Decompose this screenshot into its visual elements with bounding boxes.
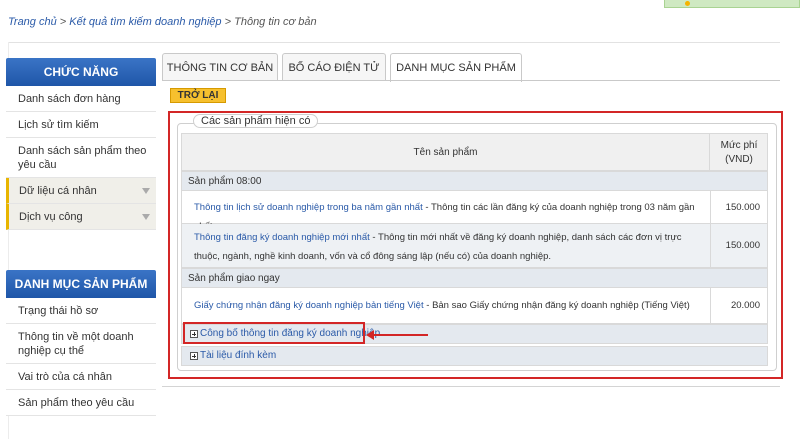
sidebar-item-search-history[interactable]: Lịch sử tìm kiếm	[6, 112, 156, 138]
expander-label[interactable]: Tài liệu đính kèm	[200, 347, 276, 365]
header-divider	[8, 42, 780, 43]
product-link[interactable]: Thông tin đăng ký doanh nghiệp mới nhất	[194, 232, 370, 243]
group-header: Sản phẩm giao ngay	[181, 268, 768, 288]
sidebar-item-specific-company[interactable]: Thông tin về một doanh nghiệp cụ thể	[6, 324, 156, 364]
tab-product-catalog[interactable]: DANH MỤC SẢN PHẨM	[390, 53, 522, 82]
sidebar-item-on-demand-products[interactable]: Sản phẩm theo yêu cầu	[6, 390, 156, 416]
sidebar-item-label: Sản phẩm theo yêu cầu	[18, 397, 135, 409]
column-header-name: Tên sản phẩm	[182, 134, 710, 172]
sidebar-item-label: Dịch vụ công	[19, 211, 83, 223]
top-bar: Trang chủ > Kết quả tìm kiếm doanh nghiệ…	[0, 0, 800, 42]
column-header-fee: Mức phí (VND)	[710, 139, 768, 167]
product-link[interactable]: Giấy chứng nhận đăng ký doanh nghiệp bản…	[194, 300, 424, 311]
tab-basic-info[interactable]: THÔNG TIN CƠ BẢN	[162, 53, 278, 81]
sidebar-item-label: Thông tin về một doanh nghiệp cụ thể	[18, 331, 134, 357]
arrow-shaft	[372, 334, 428, 336]
product-link[interactable]: Thông tin lịch sử doanh nghiệp trong ba …	[194, 202, 423, 213]
expander-attachments[interactable]: Tài liệu đính kèm	[181, 346, 768, 366]
back-button[interactable]: TRỞ LẠI	[170, 88, 226, 103]
tab-underline	[162, 80, 780, 81]
section-legend: Các sản phẩm hiện có	[193, 114, 319, 128]
table-row: Giấy chứng nhận đăng ký doanh nghiệp bản…	[181, 288, 768, 324]
column-header-fee-line1: Mức phí	[720, 140, 758, 151]
table-row: Thông tin đăng ký doanh nghiệp mới nhất …	[181, 224, 768, 268]
notification-badge[interactable]	[664, 0, 800, 8]
product-fee: 150.000	[710, 191, 768, 223]
group-header: Sản phẩm 08:00	[181, 171, 768, 191]
chevron-down-icon	[142, 188, 150, 194]
sidebar-item-file-status[interactable]: Trạng thái hồ sơ	[6, 298, 156, 324]
sidebar-item-individual-role[interactable]: Vai trò của cá nhân	[6, 364, 156, 390]
sidebar-title: CHỨC NĂNG	[6, 58, 156, 86]
product-description: Giấy chứng nhận đăng ký doanh nghiệp bản…	[194, 296, 706, 315]
sidebar-item-label: Danh sách đơn hàng	[18, 93, 121, 105]
plus-icon[interactable]	[190, 352, 198, 360]
sidebar-item-label: Vai trò của cá nhân	[18, 371, 112, 383]
column-header-fee-line2: (VND)	[725, 154, 753, 165]
breadcrumb: Trang chủ > Kết quả tìm kiếm doanh nghiệ…	[8, 16, 317, 28]
product-description: Thông tin đăng ký doanh nghiệp mới nhất …	[194, 228, 706, 266]
sidebar-item-label: Lịch sử tìm kiếm	[18, 119, 99, 131]
content-bottom-rule	[162, 386, 780, 387]
status-dot-icon	[685, 1, 690, 6]
sidebar-item-label: Trạng thái hồ sơ	[18, 305, 99, 317]
sidebar-item-label: Danh sách sản phẩm theo yêu cầu	[18, 145, 147, 171]
sidebar-product-catalog: DANH MỤC SẢN PHẨM Trạng thái hồ sơ Thông…	[6, 270, 156, 416]
sidebar-title: DANH MỤC SẢN PHẨM	[6, 270, 156, 298]
table-header: Tên sản phẩm Mức phí (VND)	[181, 133, 768, 172]
sidebar-item-public-services[interactable]: Dịch vụ công	[6, 204, 156, 230]
chevron-down-icon	[142, 214, 150, 220]
sidebar-item-personal-data[interactable]: Dữ liệu cá nhân	[6, 178, 156, 204]
table-row: Thông tin lịch sử doanh nghiệp trong ba …	[181, 191, 768, 232]
product-fee: 150.000	[710, 224, 768, 267]
breadcrumb-home[interactable]: Trang chủ	[8, 16, 57, 28]
breadcrumb-current: Thông tin cơ bản	[234, 16, 317, 28]
breadcrumb-separator: >	[59, 16, 67, 28]
sidebar-item-requested-products[interactable]: Danh sách sản phẩm theo yêu cầu	[6, 138, 156, 178]
breadcrumb-results[interactable]: Kết quả tìm kiếm doanh nghiệp	[69, 16, 221, 28]
highlight-box	[183, 322, 365, 344]
product-detail: - Bản sao Giấy chứng nhận đăng ký doanh …	[423, 300, 690, 311]
sidebar-item-label: Dữ liệu cá nhân	[19, 185, 97, 197]
breadcrumb-separator: >	[224, 16, 232, 28]
product-fee: 20.000	[710, 288, 768, 323]
sidebar-functions: CHỨC NĂNG Danh sách đơn hàng Lịch sử tìm…	[6, 58, 156, 230]
tab-e-announcement[interactable]: BỐ CÁO ĐIỆN TỬ	[282, 53, 386, 81]
sidebar-item-orders[interactable]: Danh sách đơn hàng	[6, 86, 156, 112]
